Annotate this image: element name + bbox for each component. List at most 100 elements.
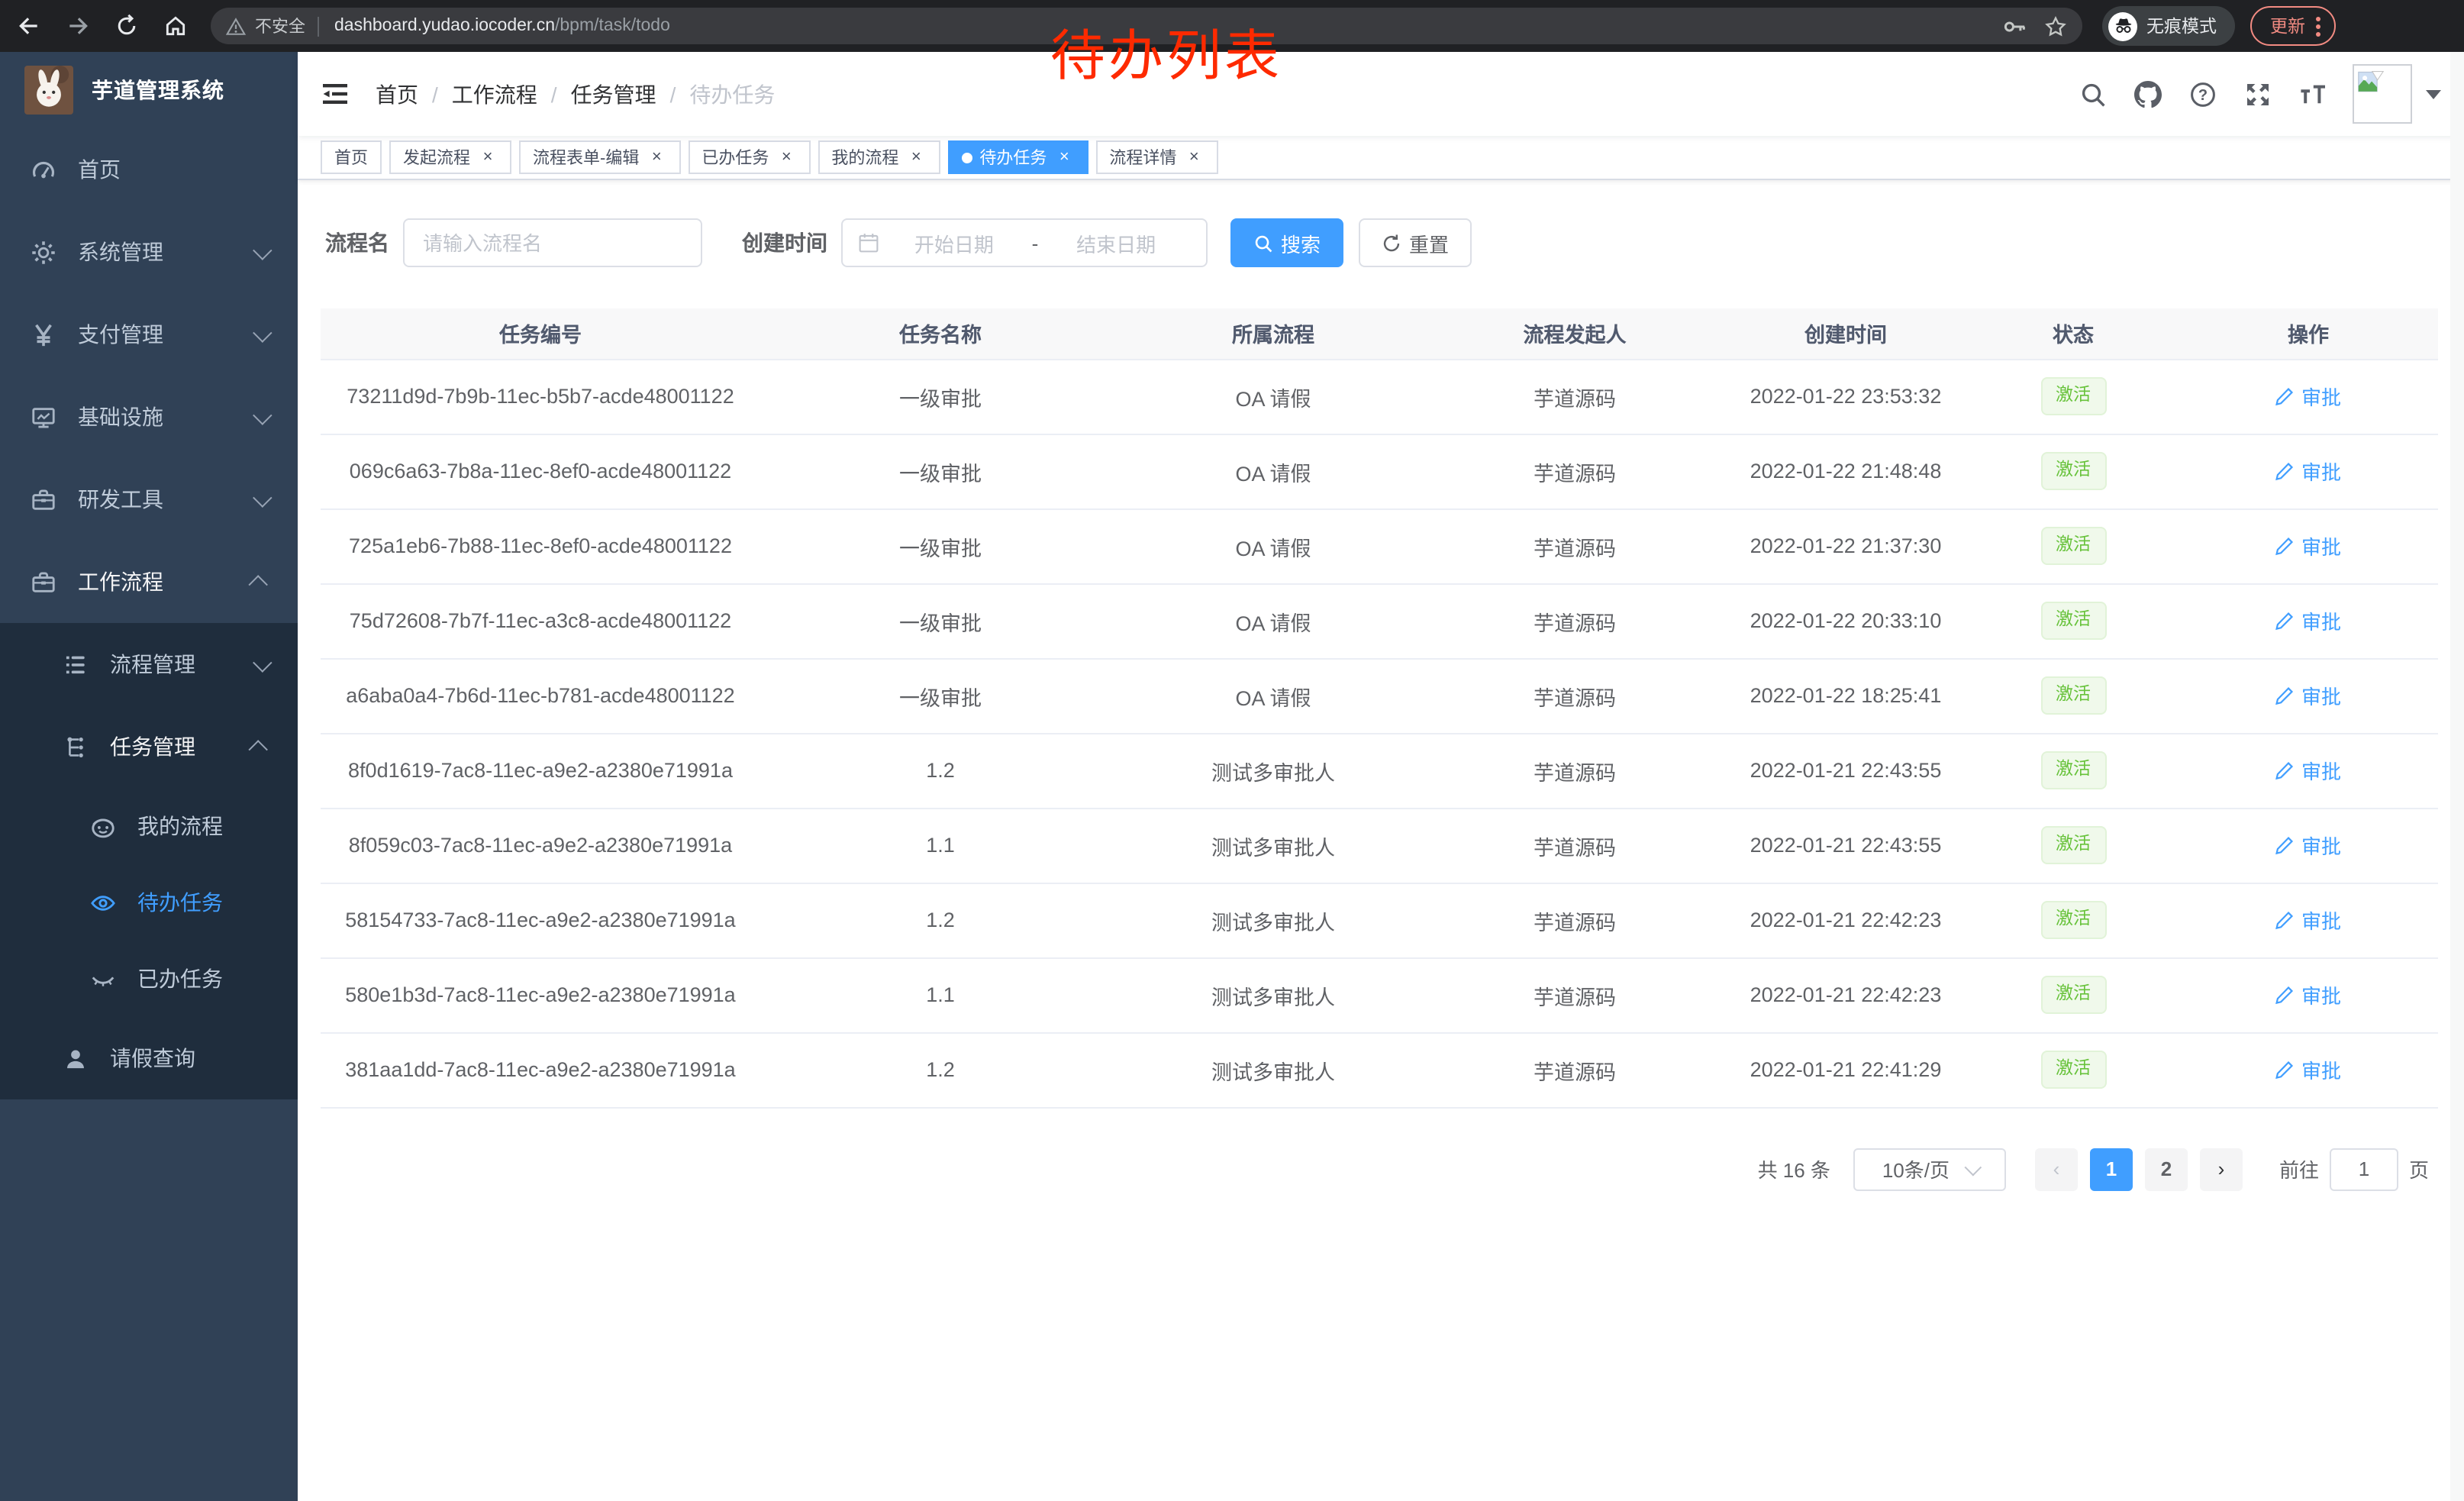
approve-link[interactable]: 审批 (2275, 382, 2341, 411)
close-icon[interactable]: × (906, 147, 926, 167)
breadcrumb-separator: / (551, 82, 557, 106)
sidebar-item-0[interactable]: 首页 (0, 128, 298, 211)
sidebar-item-3[interactable]: 基础设施 (0, 376, 298, 458)
reset-button-label: 重置 (1409, 228, 1449, 257)
cell-task-name: 一级审批 (760, 583, 1121, 658)
approve-link[interactable]: 审批 (2275, 831, 2341, 860)
breadcrumb-item[interactable]: 首页 (376, 79, 418, 109)
key-icon[interactable] (2003, 15, 2026, 37)
sidebar-item-6[interactable]: 流程管理 (0, 623, 298, 705)
tab-首页[interactable]: 首页 (321, 140, 382, 174)
column-header: 任务名称 (760, 308, 1121, 359)
pen-icon (2275, 910, 2295, 930)
font-size-icon[interactable] (2298, 79, 2327, 108)
tab-流程详情[interactable]: 流程详情× (1095, 140, 1217, 174)
table-row: 8f059c03-7ac8-11ec-a9e2-a2380e71991a1.1测… (321, 808, 2438, 883)
pagination: 共 16 条 10条/页 ‹ 12 › 前往 页 (321, 1148, 2441, 1190)
page-scrollbar[interactable] (2450, 52, 2464, 1501)
home-icon[interactable] (162, 12, 189, 40)
sidebar-item-2[interactable]: 支付管理 (0, 293, 298, 376)
approve-link[interactable]: 审批 (2275, 1055, 2341, 1084)
sidebar-item-4[interactable]: 研发工具 (0, 458, 298, 541)
close-icon[interactable]: × (1184, 147, 1204, 167)
avatar[interactable] (2353, 64, 2412, 124)
cell-status: 激活 (1968, 733, 2179, 808)
sidebar-item-1[interactable]: 系统管理 (0, 211, 298, 293)
cell-initiator: 芋道源码 (1426, 658, 1724, 733)
page-unit-label: 页 (2409, 1154, 2429, 1183)
tab-流程表单-编辑[interactable]: 流程表单-编辑× (519, 140, 680, 174)
eye-icon (89, 889, 116, 916)
security-label[interactable]: 不安全 (255, 14, 305, 38)
app-logo-row[interactable]: 芋道管理系统 (0, 52, 298, 128)
column-header: 操作 (2179, 308, 2438, 359)
tab-待办任务[interactable]: 待办任务× (947, 140, 1088, 174)
pen-icon (2275, 835, 2295, 855)
cell-action: 审批 (2179, 583, 2438, 658)
url-host: dashboard.yudao.iocoder.cn (334, 17, 555, 35)
approve-link[interactable]: 审批 (2275, 681, 2341, 710)
avatar-dropdown-caret[interactable] (2426, 89, 2441, 98)
process-name-input[interactable] (403, 218, 702, 267)
forward-icon[interactable] (64, 12, 92, 40)
prev-page-button[interactable]: ‹ (2035, 1148, 2078, 1190)
breadcrumb-item[interactable]: 任务管理 (571, 79, 656, 109)
next-page-button[interactable]: › (2200, 1148, 2243, 1190)
navbar-actions: ? (2052, 64, 2441, 124)
sidebar-item-10[interactable]: 已办任务 (0, 941, 298, 1017)
fullscreen-icon[interactable] (2243, 79, 2272, 108)
bookmark-star-icon[interactable] (2044, 15, 2067, 37)
tab-label: 我的流程 (831, 145, 898, 169)
back-icon[interactable] (15, 12, 43, 40)
chevron-down-icon (1965, 1158, 1982, 1176)
address-bar[interactable]: 不安全 dashboard.yudao.iocoder.cn/bpm/task/… (211, 8, 2082, 44)
cell-initiator: 芋道源码 (1426, 583, 1724, 658)
cell-task-id: 58154733-7ac8-11ec-a9e2-a2380e71991a (321, 883, 760, 957)
close-icon[interactable]: × (478, 147, 498, 167)
cell-status: 激活 (1968, 583, 2179, 658)
breadcrumb-item[interactable]: 工作流程 (452, 79, 537, 109)
page-button-1[interactable]: 1 (2090, 1148, 2133, 1190)
close-icon[interactable]: × (776, 147, 796, 167)
help-icon[interactable]: ? (2188, 79, 2217, 108)
url-path: /bpm/task/todo (555, 17, 670, 35)
approve-link[interactable]: 审批 (2275, 531, 2341, 560)
column-header: 流程发起人 (1426, 308, 1724, 359)
cell-process: 测试多审批人 (1121, 883, 1426, 957)
github-icon[interactable] (2133, 79, 2162, 108)
approve-link[interactable]: 审批 (2275, 905, 2341, 934)
tab-我的流程[interactable]: 我的流程 × (818, 140, 940, 174)
svg-text:?: ? (2198, 86, 2207, 103)
sidebar-item-8[interactable]: 我的流程 (0, 788, 298, 864)
page-size-select[interactable]: 10条/页 (1853, 1148, 2006, 1190)
approve-link[interactable]: 审批 (2275, 756, 2341, 785)
reset-button[interactable]: 重置 (1359, 218, 1472, 267)
close-icon[interactable]: × (1054, 147, 1074, 167)
cell-status: 激活 (1968, 883, 2179, 957)
reload-icon[interactable] (113, 12, 140, 40)
sidebar-item-5[interactable]: 工作流程 (0, 541, 298, 623)
end-date-placeholder: 结束日期 (1041, 228, 1191, 257)
briefcase-icon (29, 568, 56, 596)
page-button-2[interactable]: 2 (2145, 1148, 2188, 1190)
date-range-separator: - (1029, 231, 1042, 254)
sidebar-fold-icon[interactable] (321, 79, 350, 108)
sidebar-item-11[interactable]: 请假查询 (0, 1017, 298, 1099)
approve-link[interactable]: 审批 (2275, 980, 2341, 1009)
menu-kebab-icon[interactable] (2316, 16, 2320, 36)
sidebar-item-9[interactable]: 待办任务 (0, 864, 298, 941)
tab-发起流程[interactable]: 发起流程× (389, 140, 511, 174)
goto-page-input[interactable] (2330, 1148, 2398, 1190)
update-button[interactable]: 更新 (2250, 6, 2336, 46)
tab-已办任务[interactable]: 已办任务× (688, 140, 810, 174)
search-button[interactable]: 搜索 (1230, 218, 1343, 267)
approve-link[interactable]: 审批 (2275, 457, 2341, 486)
cell-created: 2022-01-21 22:43:55 (1724, 808, 1968, 883)
search-icon[interactable] (2078, 79, 2107, 108)
approve-link[interactable]: 审批 (2275, 606, 2341, 635)
sidebar-item-7[interactable]: 任务管理 (0, 705, 298, 788)
main-layout: 芋道管理系统 首页系统管理支付管理基础设施研发工具工作流程流程管理任务管理我的流… (0, 52, 2464, 1501)
date-range-input[interactable]: 开始日期 - 结束日期 (841, 218, 1208, 267)
goto-label: 前往 (2279, 1154, 2319, 1183)
close-icon[interactable]: × (647, 147, 666, 167)
